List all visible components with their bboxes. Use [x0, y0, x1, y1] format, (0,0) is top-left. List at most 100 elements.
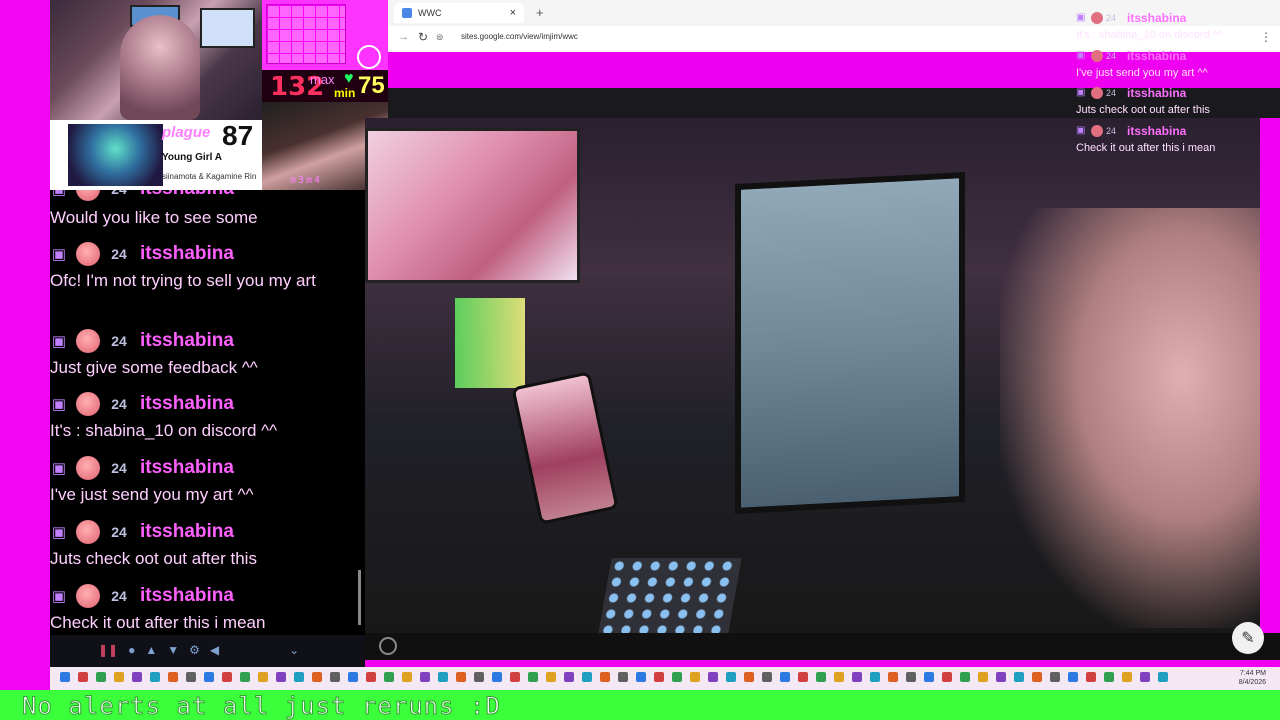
album-art [68, 124, 163, 186]
reload-icon[interactable]: ↻ [418, 30, 428, 44]
taskbar-app-icon[interactable] [852, 672, 862, 682]
taskbar-app-icon[interactable] [1140, 672, 1150, 682]
pause-icon[interactable]: ❚❚ [98, 643, 118, 657]
taskbar-app-icon[interactable] [438, 672, 448, 682]
info-icon[interactable] [379, 637, 397, 655]
taskbar-app-icon[interactable] [384, 672, 394, 682]
taskbar-app-icon[interactable] [906, 672, 916, 682]
anime-monitor [365, 128, 580, 283]
taskbar-app-icon[interactable] [240, 672, 250, 682]
collapse-icon[interactable]: ⌄ [289, 643, 299, 657]
taskbar-app-icon[interactable] [96, 672, 106, 682]
taskbar-app-icon[interactable] [636, 672, 646, 682]
chat-message: Would you like to see some [50, 208, 258, 227]
tab-close-button[interactable]: × [510, 7, 516, 19]
taskbar-app-icon[interactable] [348, 672, 358, 682]
taskbar-app-icon[interactable] [78, 672, 88, 682]
taskbar-app-icon[interactable] [924, 672, 934, 682]
taskbar-app-icon[interactable] [60, 672, 70, 682]
url-field[interactable]: sites.google.com/view/imjim/wwc [461, 32, 578, 41]
taskbar-app-icon[interactable] [672, 672, 682, 682]
chat-scrollbar[interactable] [358, 570, 361, 625]
forward-icon[interactable]: → [398, 31, 409, 43]
taskbar-app-icon[interactable] [942, 672, 952, 682]
taskbar-app-icon[interactable] [834, 672, 844, 682]
overlay-header: ▣ 24 itsshabina [1076, 85, 1186, 101]
system-clock[interactable]: 7:44 PM 8/4/2026 [1239, 669, 1266, 687]
taskbar-app-icon[interactable] [150, 672, 160, 682]
taskbar-app-icon[interactable] [726, 672, 736, 682]
rank-label: plague [162, 124, 211, 141]
taskbar-app-icon[interactable] [420, 672, 430, 682]
taskbar-app-icon[interactable] [708, 672, 718, 682]
taskbar-app-icon[interactable] [528, 672, 538, 682]
taskbar-app-icon[interactable] [258, 672, 268, 682]
taskbar-app-icon[interactable] [888, 672, 898, 682]
more-menu-icon[interactable]: ⋮ [1260, 30, 1272, 44]
dial-icon [357, 45, 381, 69]
taskbar-app-icon[interactable] [762, 672, 772, 682]
taskbar-app-icon[interactable] [582, 672, 592, 682]
edit-pencil-button[interactable]: ✎ [1232, 622, 1264, 654]
taskbar-app-icon[interactable] [474, 672, 484, 682]
taskbar-app-icon[interactable] [132, 672, 142, 682]
filter-icon[interactable]: ▼ [167, 643, 179, 657]
taskbar-app-icon[interactable] [690, 672, 700, 682]
overlay-username: itsshabina [1127, 49, 1187, 63]
taskbar-app-icon[interactable] [330, 672, 340, 682]
taskbar-app-icon[interactable] [654, 672, 664, 682]
alert-ticker: No alerts at all just reruns :D [0, 690, 1280, 720]
taskbar-app-icon[interactable] [780, 672, 790, 682]
sub-badge: 24 [1106, 88, 1117, 98]
taskbar-app-icon[interactable] [168, 672, 178, 682]
avatar [76, 190, 100, 201]
taskbar-app-icon[interactable] [1032, 672, 1042, 682]
volume-icon[interactable]: ◀ [210, 643, 219, 657]
taskbar-app-icon[interactable] [744, 672, 754, 682]
taskbar-app-icon[interactable] [564, 672, 574, 682]
sub-badge: 24 [111, 396, 127, 412]
chat-username: itsshabina [140, 393, 234, 414]
streamer [120, 15, 200, 120]
taskbar-app-icon[interactable] [312, 672, 322, 682]
overlay-username: itsshabina [1127, 11, 1187, 25]
taskbar-app-icon[interactable] [600, 672, 610, 682]
taskbar-app-icon[interactable] [546, 672, 556, 682]
taskbar-app-icon[interactable] [204, 672, 214, 682]
taskbar-app-icon[interactable] [1104, 672, 1114, 682]
taskbar-app-icon[interactable] [402, 672, 412, 682]
taskbar-app-icon[interactable] [1068, 672, 1078, 682]
chat-message: Juts check oot out after this [50, 549, 257, 568]
chat-icon[interactable]: ● [128, 643, 135, 657]
taskbar-app-icon[interactable] [186, 672, 196, 682]
taskbar-app-icon[interactable] [1122, 672, 1132, 682]
taskbar-app-icon[interactable] [456, 672, 466, 682]
overlay-message: It's : shabina_10 on discord ^^ [1076, 29, 1223, 41]
taskbar-app-icon[interactable] [798, 672, 808, 682]
min-value: 75 [358, 72, 385, 99]
taskbar-app-icon[interactable] [114, 672, 124, 682]
taskbar-app-icon[interactable] [618, 672, 628, 682]
taskbar-app-icon[interactable] [492, 672, 502, 682]
song-title: Young Girl A [162, 152, 222, 163]
taskbar-app-icon[interactable] [294, 672, 304, 682]
settings-icon[interactable]: ⚙ [189, 643, 200, 657]
new-tab-button[interactable]: + [536, 5, 544, 20]
handcam-tag: m3m4 [290, 175, 323, 186]
taskbar-app-icon[interactable] [1050, 672, 1060, 682]
taskbar-app-icon[interactable] [1158, 672, 1168, 682]
site-info-icon[interactable]: ⊜ [436, 32, 444, 43]
taskbar-app-icon[interactable] [978, 672, 988, 682]
taskbar-app-icon[interactable] [1086, 672, 1096, 682]
taskbar-app-icon[interactable] [870, 672, 880, 682]
taskbar-app-icon[interactable] [996, 672, 1006, 682]
taskbar-app-icon[interactable] [960, 672, 970, 682]
taskbar-app-icon[interactable] [1014, 672, 1024, 682]
taskbar-app-icon[interactable] [366, 672, 376, 682]
taskbar-app-icon[interactable] [510, 672, 520, 682]
bell-icon[interactable]: ▲ [145, 643, 157, 657]
taskbar-app-icon[interactable] [222, 672, 232, 682]
browser-tab[interactable]: WWC × [394, 3, 524, 23]
taskbar-app-icon[interactable] [276, 672, 286, 682]
taskbar-app-icon[interactable] [816, 672, 826, 682]
